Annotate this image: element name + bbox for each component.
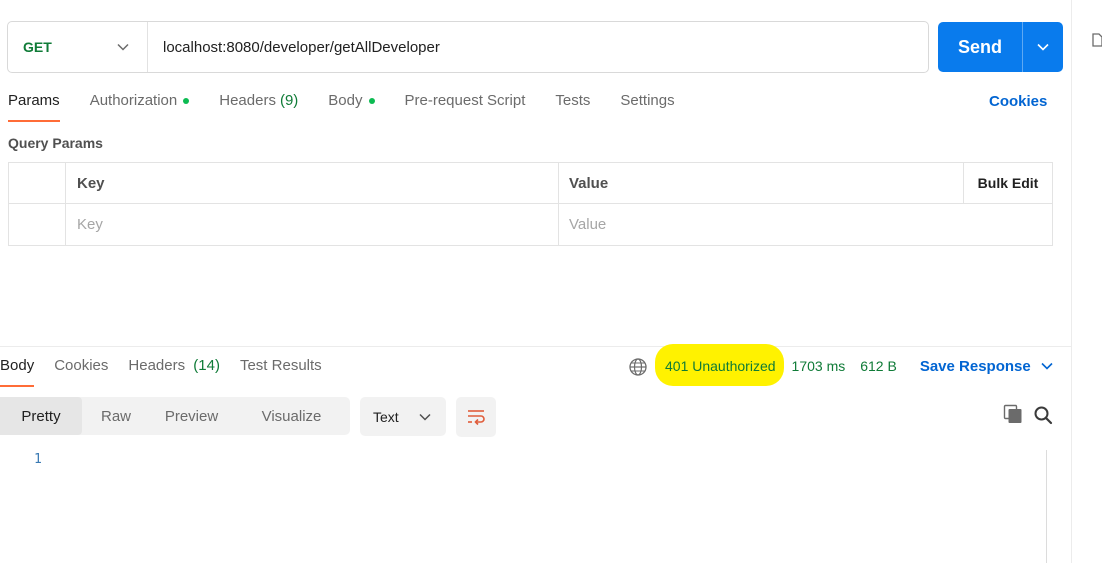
response-tabs: Body Cookies Headers (14) Test Results — [0, 357, 342, 387]
method-select[interactable]: GET — [8, 22, 148, 72]
format-toggle-group: Pretty Raw Preview Visualize — [0, 397, 350, 435]
tab-label: Settings — [620, 92, 675, 109]
editor-scrollbar[interactable] — [1046, 450, 1047, 563]
tab-label: Cookies — [54, 357, 109, 374]
checkbox-column-header — [9, 163, 66, 203]
wrap-lines-icon — [468, 410, 485, 426]
tab-label: Authorization — [89, 92, 178, 109]
cookies-link[interactable]: Cookies — [989, 93, 1047, 110]
text-format-label: Text — [373, 408, 399, 425]
copy-icon[interactable] — [1003, 404, 1023, 424]
tab-label: Pre-request Script — [404, 92, 526, 109]
tab-label: Body — [328, 92, 363, 109]
table-row: Key Value — [9, 204, 1052, 245]
tab-headers[interactable]: Headers (9) — [219, 92, 298, 122]
bulk-edit-cell: Bulk Edit — [963, 163, 1052, 203]
value-column-header: Value — [569, 174, 609, 192]
send-button[interactable]: Send — [938, 22, 1022, 72]
status-dot — [368, 98, 375, 104]
tab-params[interactable]: Params — [8, 92, 60, 122]
tab-count: (14) — [193, 357, 220, 374]
tab-label: Tests — [555, 92, 591, 109]
chevron-down-icon — [115, 39, 131, 55]
right-panel-divider — [1071, 0, 1072, 563]
status-dot — [183, 98, 190, 104]
tab-response-cookies[interactable]: Cookies — [54, 357, 108, 387]
bulk-edit-button[interactable]: Bulk Edit — [978, 175, 1039, 191]
key-input[interactable]: Key — [66, 204, 559, 245]
tab-label: Params — [8, 92, 60, 109]
send-options-button[interactable] — [1022, 22, 1063, 72]
row-checkbox-cell — [9, 204, 66, 245]
side-panel-icon[interactable] — [1092, 33, 1102, 47]
query-params-table: Key Value Bulk Edit Key Value — [8, 162, 1053, 246]
tab-settings[interactable]: Settings — [620, 92, 674, 122]
request-url-bar: GET — [7, 21, 929, 73]
key-column-header: Key — [66, 163, 559, 203]
search-icon[interactable] — [1033, 405, 1053, 425]
status-highlight: 401 Unauthorized — [655, 344, 784, 386]
send-button-group: Send — [938, 22, 1063, 72]
request-tabs: Params Authorization Headers (9) Body Pre… — [8, 92, 705, 122]
response-meta: 401 Unauthorized 1703 ms 612 B Save Resp… — [628, 341, 1055, 389]
wrap-lines-button[interactable] — [456, 397, 496, 437]
save-response-label: Save Response — [919, 357, 1031, 375]
tab-response-body[interactable]: Body — [0, 357, 35, 387]
format-visualize[interactable]: Visualize — [233, 397, 350, 435]
response-size[interactable]: 612 B — [860, 358, 897, 374]
chevron-down-icon — [1037, 43, 1049, 51]
text-format-select[interactable]: Text — [360, 397, 446, 436]
value-input[interactable]: Value — [559, 204, 963, 245]
globe-icon[interactable] — [628, 357, 648, 377]
status-badge[interactable]: 401 Unauthorized — [665, 358, 776, 374]
url-input[interactable] — [148, 22, 928, 72]
table-header-row: Key Value Bulk Edit — [9, 163, 1052, 204]
tab-response-headers[interactable]: Headers (14) — [128, 357, 220, 387]
tab-body[interactable]: Body — [328, 92, 375, 122]
tab-label: Headers — [128, 357, 186, 374]
save-response-button[interactable]: Save Response — [920, 358, 1055, 375]
tab-label: Test Results — [239, 357, 322, 374]
tab-authorization[interactable]: Authorization — [90, 92, 190, 122]
format-pretty[interactable]: Pretty — [0, 397, 82, 435]
tab-label: Headers — [219, 92, 276, 109]
chevron-down-icon — [417, 409, 433, 425]
query-params-title: Query Params — [8, 135, 103, 151]
response-time[interactable]: 1703 ms — [792, 358, 846, 374]
line-number: 1 — [34, 452, 42, 467]
format-raw[interactable]: Raw — [82, 397, 150, 435]
chevron-down-icon — [1039, 358, 1055, 374]
method-label: GET — [23, 39, 52, 55]
tab-test-results[interactable]: Test Results — [240, 357, 322, 387]
tab-label: Body — [0, 357, 35, 374]
tab-pre-request-script[interactable]: Pre-request Script — [405, 92, 526, 122]
tab-tests[interactable]: Tests — [555, 92, 590, 122]
tab-count: (9) — [279, 92, 299, 109]
format-preview[interactable]: Preview — [150, 397, 233, 435]
